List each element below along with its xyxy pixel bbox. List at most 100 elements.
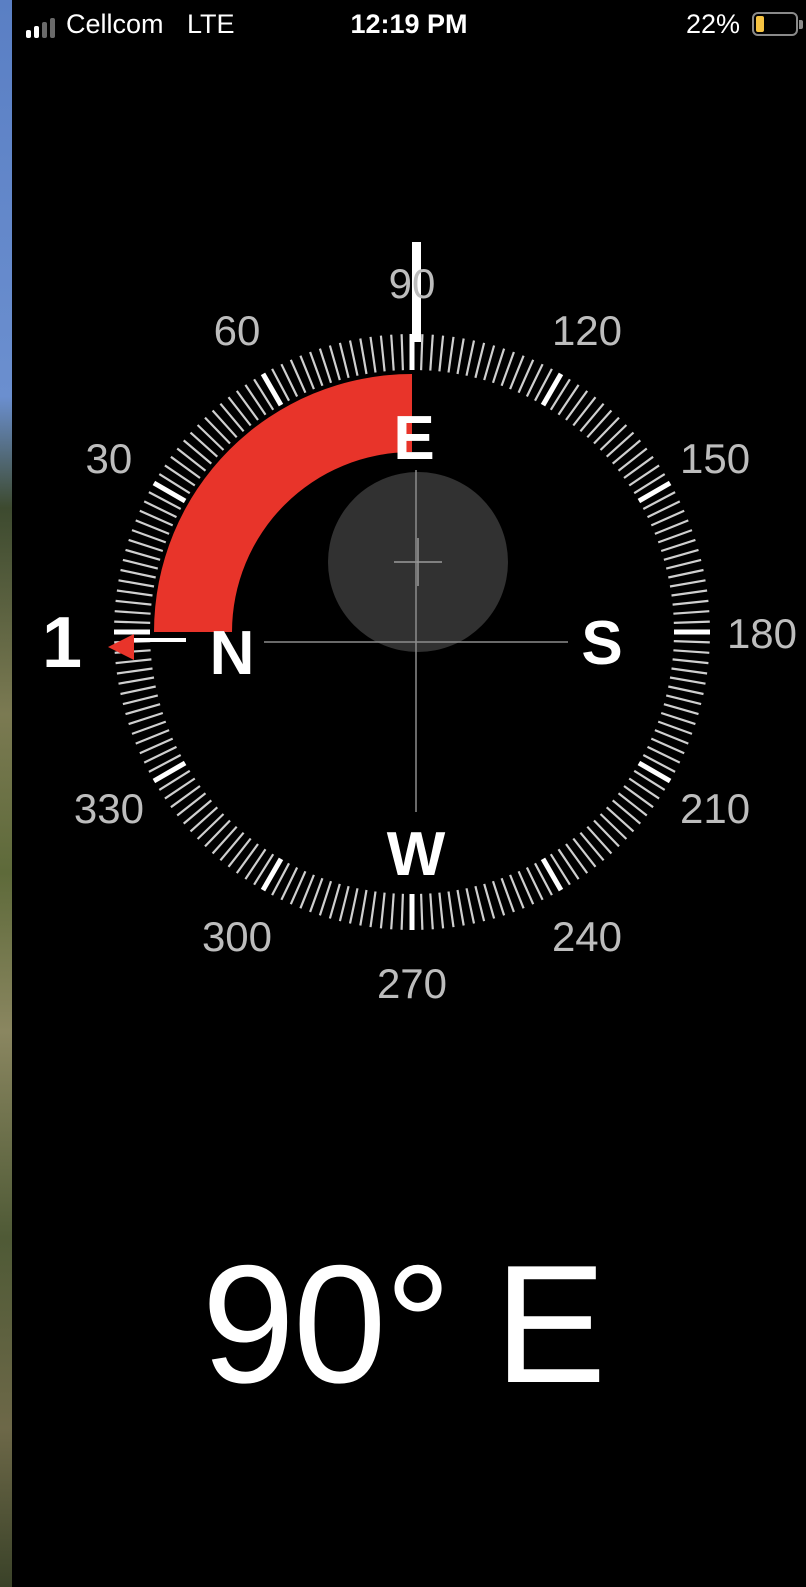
compass-tick [211,409,238,439]
compass-tick [660,538,696,553]
compass-tick [586,409,613,439]
compass-tick [500,877,515,913]
compass-tick [628,464,660,487]
compass-tick [671,589,708,597]
degree-label-120: 120 [552,307,622,354]
compass-tick [131,720,167,735]
compass-tick [465,340,476,376]
degree-label-30: 30 [86,435,133,482]
compass-tick [309,877,324,913]
compass-tick [611,439,642,465]
compass-tick [665,558,702,570]
compass-tick [673,610,710,615]
compass-tick [579,402,605,433]
compass-tick [671,667,708,675]
crosshair-icon [264,470,568,812]
compass-tick [244,384,267,416]
compass-tick [369,891,377,928]
degree-label-90: 90 [389,260,436,307]
compass-tick [660,711,696,726]
compass-tick [244,848,267,880]
compass-tick [400,334,404,371]
compass-tick [628,777,660,800]
degree-label-180: 180 [727,610,797,657]
compass-tick [125,703,161,716]
compass-tick [565,843,589,874]
compass-tick [227,837,252,868]
compass-dial[interactable]: 1 E N S W 30 60 90 120 150 180 210 240 270 300 330 [0,0,806,1100]
compass-tick [328,883,341,919]
compass-tick [438,892,445,929]
compass-tick [170,785,201,809]
cardinal-north: N [210,619,255,688]
compass-tick [429,334,434,371]
compass-tick [309,351,324,387]
compass-tick [348,340,359,376]
compass-tick [557,384,580,416]
compass-tick [483,883,496,919]
compass-tick [318,880,333,916]
compass-tick [120,685,156,696]
compass-tick [456,338,465,375]
compass-tick [565,390,589,421]
compass-tick [116,589,153,597]
compass-tick [235,843,259,874]
compass-tick [672,658,709,665]
compass-tick [673,649,710,654]
compass-tick [125,548,161,561]
compass-tick [593,819,620,848]
degree-label-240: 240 [552,913,622,960]
compass-tick [348,888,359,924]
cardinal-south: S [581,609,622,678]
compass-tick [176,792,207,817]
compass-tick [122,558,159,570]
compass-tick [318,348,333,384]
degree-label-300: 300 [202,913,272,960]
compass-tick [379,335,386,372]
compass-tick [500,351,515,387]
compass-tick [196,424,225,451]
compass-tick [114,610,151,615]
compass-tick [483,345,496,381]
compass-tick [122,694,159,706]
compass-tick [663,703,699,716]
compass-tick [474,342,486,379]
compass-tick [673,640,710,644]
compass-tick [673,620,710,624]
compass-tick [665,694,702,706]
compass-tick [579,831,605,862]
compass-tick [196,813,225,840]
compass-tick [211,825,238,855]
compass-tick [390,334,395,371]
compass-tick [189,806,219,833]
compass-tick [669,676,706,685]
compass-tick [182,439,213,465]
compass-tick [599,813,628,840]
compass-tick [176,447,207,472]
degree-label-60: 60 [214,307,261,354]
compass-tick [599,424,628,451]
degree-label-150: 150 [680,435,750,482]
compass-tick [617,792,648,817]
compass-tick [115,599,152,606]
compass-tick [447,891,455,928]
compass-tick [672,599,709,606]
compass-tick [115,658,152,665]
compass-tick [668,685,704,696]
compass-tick [669,579,706,588]
compass-tick [420,334,424,371]
compass-tick [128,711,164,726]
cardinal-west: W [387,820,446,889]
compass-tick [118,579,155,588]
degree-label-330: 330 [74,785,144,832]
compass-tick [120,568,156,579]
degree-label-210: 210 [680,785,750,832]
compass-tick [219,831,245,862]
compass-tick [420,893,424,930]
compass-tick [572,396,597,427]
compass-tick [189,431,219,458]
compass-tick [338,885,350,922]
compass-tick [491,880,506,916]
target-arrow-icon [108,634,186,660]
compass-tick [557,848,580,880]
